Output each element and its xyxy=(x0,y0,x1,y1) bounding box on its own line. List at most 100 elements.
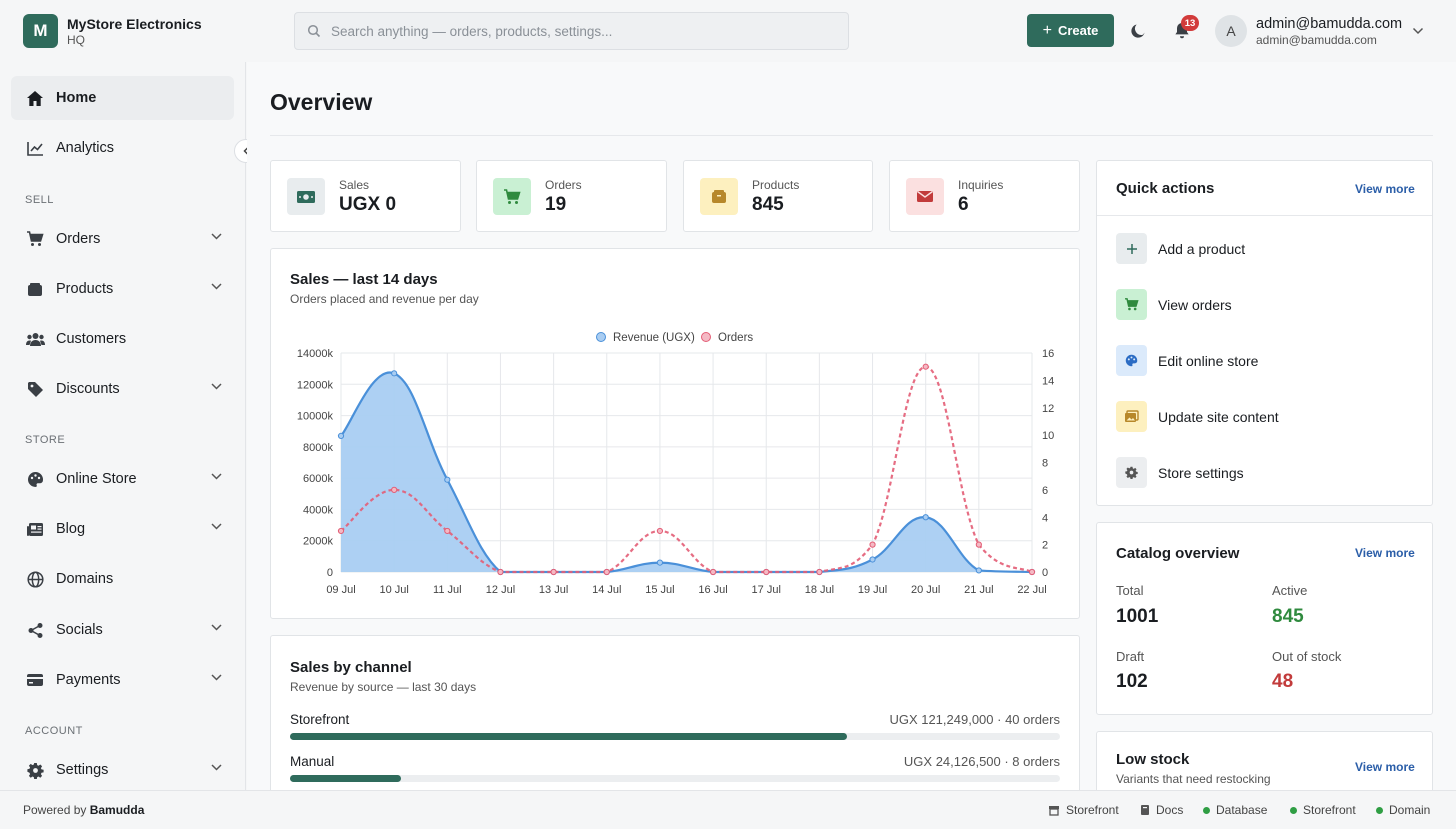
y-left-tick-label: 10000k xyxy=(297,411,334,423)
stat-label: Inquiries xyxy=(958,178,1004,192)
search-input[interactable]: Search anything — orders, products, sett… xyxy=(294,12,849,50)
stat-label: Sales xyxy=(339,178,370,192)
envelope-icon xyxy=(906,178,944,215)
stat-card-inquiries[interactable]: Inquiries 6 xyxy=(889,160,1080,232)
revenue-point xyxy=(869,556,876,563)
orders-point xyxy=(763,568,770,576)
x-tick-label: 20 Jul xyxy=(911,584,940,596)
catalog-view-more-link[interactable]: View more xyxy=(1355,546,1415,560)
sidebar-item-socials[interactable]: Socials xyxy=(11,608,234,652)
stat-card-orders[interactable]: Orders 19 xyxy=(476,160,667,232)
quick-action-store-settings[interactable]: Store settings xyxy=(1116,457,1416,488)
revenue-point xyxy=(444,476,451,483)
catalog-draft-value: 102 xyxy=(1116,671,1148,692)
stat-value: UGX 0 xyxy=(339,194,397,215)
chevron-down-icon xyxy=(211,674,222,681)
avatar[interactable]: A xyxy=(1215,15,1247,47)
orders-point xyxy=(444,527,451,535)
footer-storefront-link[interactable]: Storefront xyxy=(1048,803,1119,817)
divider xyxy=(1097,215,1432,216)
stat-card-products[interactable]: Products 845 xyxy=(683,160,873,232)
brand-link[interactable]: Bamudda xyxy=(90,803,145,817)
orders-point xyxy=(337,527,345,535)
chevron-down-icon xyxy=(211,233,222,240)
chevron-down-icon xyxy=(211,523,222,530)
x-tick-label: 14 Jul xyxy=(592,584,621,596)
sidebar-item-settings[interactable]: Settings xyxy=(11,748,234,792)
chevron-down-icon[interactable] xyxy=(1412,27,1424,35)
quick-action-update-site-content[interactable]: Update site content xyxy=(1116,401,1416,432)
user-name[interactable]: admin@bamudda.com xyxy=(1256,16,1402,32)
stat-label: Orders xyxy=(545,178,582,192)
stat-value: 6 xyxy=(958,194,969,215)
create-button[interactable]: + Create xyxy=(1027,14,1114,47)
sidebar-item-domains[interactable]: Domains xyxy=(11,557,234,601)
sidebar-item-customers[interactable]: Customers xyxy=(11,317,234,361)
channel-value: UGX 121,249,000 · 40 orders xyxy=(889,712,1060,727)
chart-title: Sales — last 14 days xyxy=(290,271,438,288)
orders-point xyxy=(497,568,504,576)
y-left-tick-label: 12000k xyxy=(297,379,334,391)
store-logo[interactable]: M xyxy=(23,14,58,48)
orders-point xyxy=(656,527,664,535)
chevron-down-icon xyxy=(211,624,222,631)
sidebar-item-discounts[interactable]: Discounts xyxy=(11,367,234,411)
plus-icon: + xyxy=(1042,21,1052,39)
y-right-tick-label: 0 xyxy=(1042,567,1048,579)
sidebar-item-online-store[interactable]: Online Store xyxy=(11,457,234,501)
quick-action-label: Update site content xyxy=(1158,408,1279,425)
channel-name: Storefront xyxy=(290,712,350,727)
chevron-down-icon xyxy=(211,283,222,290)
revenue-point xyxy=(391,370,398,377)
low-stock-title: Low stock xyxy=(1116,751,1190,768)
stat-label: Products xyxy=(752,178,800,192)
sidebar-item-home[interactable]: Home xyxy=(11,76,234,120)
catalog-draft-label: Draft xyxy=(1116,649,1145,664)
sidebar-item-orders[interactable]: Orders xyxy=(11,217,234,261)
channel-name: Manual xyxy=(290,754,335,769)
quick-action-add-product[interactable]: Add a product xyxy=(1116,233,1416,264)
status-dot-icon xyxy=(1376,806,1383,814)
footer: Powered by Bamudda Storefront Docs Datab… xyxy=(0,790,1456,829)
cart-icon xyxy=(1116,289,1147,320)
store-icon xyxy=(1049,805,1059,816)
footer-docs-link[interactable]: Docs xyxy=(1140,803,1183,817)
sales-chart[interactable]: 0 2000k 4000k 6000k 8000k 10000k 12000k 14000k 0… xyxy=(272,322,1078,612)
sidebar-item-label: Domains xyxy=(56,571,114,587)
quick-action-view-orders[interactable]: View orders xyxy=(1116,289,1416,320)
catalog-total-label: Total xyxy=(1116,583,1144,598)
moon-icon[interactable] xyxy=(1130,22,1147,39)
channel-bar-fill xyxy=(290,775,401,782)
store-name[interactable]: MyStore Electronics xyxy=(67,16,202,32)
low-stock-view-more-link[interactable]: View more xyxy=(1355,760,1415,774)
catalog-active-label: Active xyxy=(1272,583,1308,598)
sidebar-item-payments[interactable]: Payments xyxy=(11,658,234,702)
sidebar-item-analytics[interactable]: Analytics xyxy=(11,126,234,170)
top-bar: M MyStore Electronics HQ Search anything… xyxy=(0,0,1456,62)
y-right-tick-label: 2 xyxy=(1042,540,1048,552)
channel-bar-track xyxy=(290,733,1060,740)
notification-badge: 13 xyxy=(1181,15,1199,31)
stat-card-sales[interactable]: Sales UGX 0 xyxy=(270,160,461,232)
status-storefront: Storefront xyxy=(1290,803,1356,817)
sidebar-item-label: Blog xyxy=(56,521,86,537)
newspaper-icon xyxy=(27,522,43,536)
quick-action-edit-online-store[interactable]: Edit online store xyxy=(1116,345,1416,376)
stat-value: 19 xyxy=(545,194,567,215)
legend-swatch xyxy=(701,332,711,342)
sidebar-item-blog[interactable]: Blog xyxy=(11,507,234,551)
quick-actions-view-more-link[interactable]: View more xyxy=(1355,182,1415,196)
sidebar-item-label: Settings xyxy=(56,762,109,778)
x-tick-label: 13 Jul xyxy=(539,584,568,596)
sidebar-item-products[interactable]: Products xyxy=(11,267,234,311)
divider xyxy=(270,135,1433,136)
sidebar-item-label: Products xyxy=(56,281,114,297)
channel-bar-track xyxy=(290,775,1060,782)
catalog-active-value: 845 xyxy=(1272,606,1304,627)
orders-point xyxy=(1028,568,1036,576)
orders-point xyxy=(816,568,823,576)
status-dot-icon xyxy=(1203,806,1210,814)
box-icon xyxy=(700,178,738,215)
y-right-tick-label: 16 xyxy=(1042,348,1054,360)
sidebar-section-store: STORE xyxy=(25,434,66,446)
